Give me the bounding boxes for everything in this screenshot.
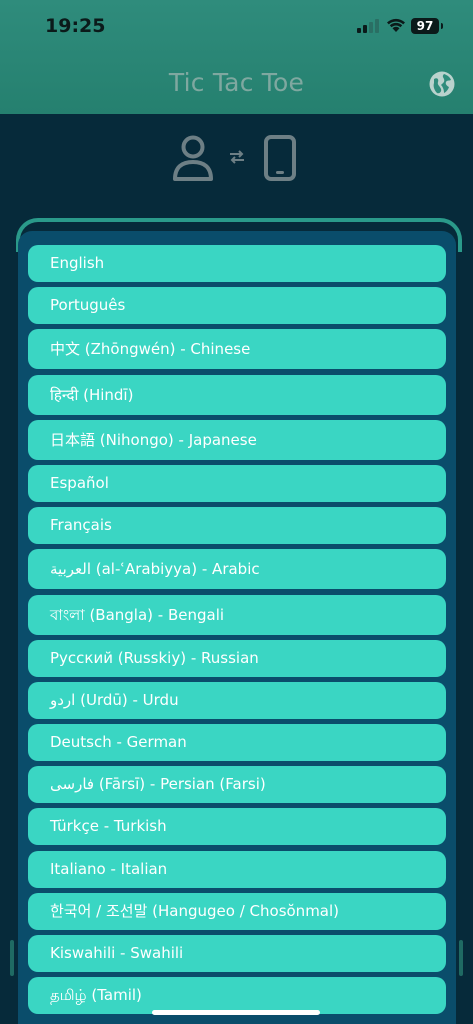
language-item-bengali[interactable]: বাংলা (Bangla) - Bengali (28, 594, 446, 635)
language-item-persian[interactable]: فارسی (Fārsī) - Persian (Farsi) (28, 766, 446, 804)
language-item-urdu[interactable]: اردو (Urdū) - Urdu (28, 681, 446, 719)
language-item-spanish[interactable]: Español (28, 464, 446, 502)
side-handle-right (459, 940, 463, 976)
language-item-tamil[interactable]: தமிழ் (Tamil) (28, 977, 446, 1015)
side-handle-left (10, 940, 14, 976)
swap-arrows-icon[interactable] (227, 147, 247, 167)
language-item-italian[interactable]: Italiano - Italian (28, 850, 446, 888)
globe-icon[interactable] (428, 70, 456, 98)
language-item-arabic[interactable]: العربية (al-ʿArabiyya) - Arabic (28, 549, 446, 590)
language-item-hindi[interactable]: हिन्दी (Hindī) (28, 374, 446, 415)
language-item-portuguese[interactable]: Português (28, 287, 446, 325)
language-item-french[interactable]: Français (28, 507, 446, 545)
language-item-russian[interactable]: Русский (Russkiy) - Russian (28, 639, 446, 677)
language-item-german[interactable]: Deutsch - German (28, 724, 446, 762)
language-item-swahili[interactable]: Kiswahili - Swahili (28, 935, 446, 972)
home-indicator[interactable] (152, 1010, 320, 1015)
phone-icon[interactable] (264, 135, 296, 181)
person-icon[interactable] (172, 135, 214, 181)
wifi-icon (387, 18, 405, 32)
language-item-english[interactable]: English (28, 245, 446, 282)
language-item-turkish[interactable]: Türkçe - Turkish (28, 808, 446, 846)
language-list: English Português 中文 (Zhōngwén) - Chines… (28, 245, 446, 1019)
app-title: Tic Tac Toe (168, 68, 305, 97)
game-mode-selector (0, 114, 473, 224)
battery-tip (441, 23, 443, 29)
language-item-chinese[interactable]: 中文 (Zhōngwén) - Chinese (28, 329, 446, 370)
battery-indicator: 97 (411, 18, 439, 34)
status-time: 19:25 (45, 15, 106, 37)
signal-icon (357, 19, 379, 33)
language-item-japanese[interactable]: 日本語 (Nihongo) - Japanese (28, 419, 446, 460)
app-header: 19:25 97 Tic Tac Toe (0, 0, 473, 114)
language-item-korean[interactable]: 한국어 / 조선말 (Hangugeo / Chosŏnmal) (28, 892, 446, 930)
status-bar: 19:25 97 (0, 0, 473, 54)
